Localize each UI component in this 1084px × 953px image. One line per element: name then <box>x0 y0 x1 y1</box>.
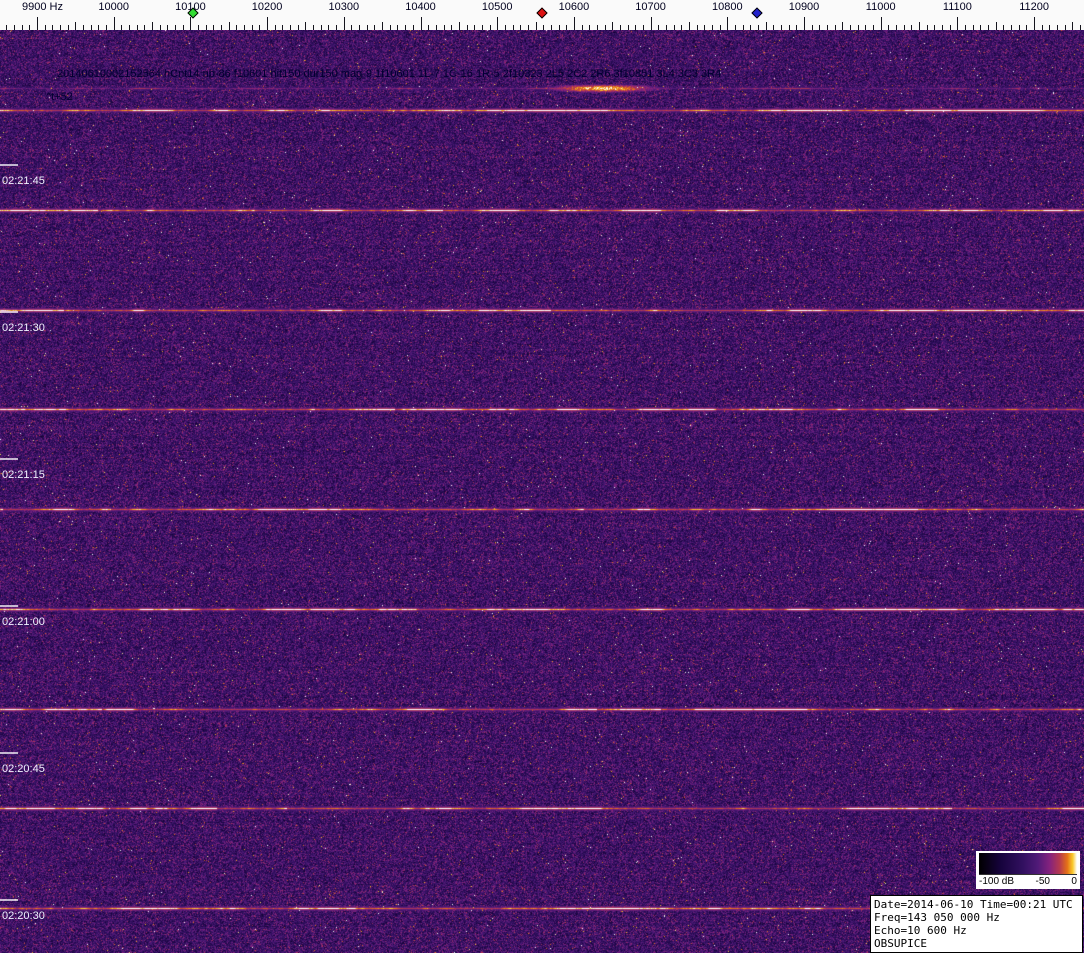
ruler-tick <box>1072 22 1074 30</box>
ruler-tick <box>190 17 192 30</box>
observation-info-box: Date=2014-06-10 Time=00:21 UTC Freq=143 … <box>870 895 1083 953</box>
ruler-tick <box>535 22 537 30</box>
frequency-ruler[interactable]: 9900 Hz 10000 10100 10200 10300 10400 10500 106… <box>0 0 1084 30</box>
time-label: 02:21:45 <box>2 175 45 187</box>
ruler-tick <box>573 17 575 30</box>
ruler-tick <box>152 22 154 30</box>
colorbar-labels: -100 dB -50 0 <box>979 875 1077 888</box>
ruler-tick <box>612 22 614 30</box>
ruler-tick <box>1034 17 1036 30</box>
ruler-tick <box>842 22 844 30</box>
time-tick <box>0 899 18 901</box>
marker-diamond-red[interactable] <box>536 7 548 19</box>
ruler-tick <box>420 17 422 30</box>
ruler-label: 10800 <box>712 1 743 13</box>
ruler-tick <box>305 22 307 30</box>
time-label: 02:21:30 <box>2 322 45 334</box>
ruler-tick <box>267 17 269 30</box>
info-date-time: Date=2014-06-10 Time=00:21 UTC <box>874 898 1073 911</box>
time-label: 02:20:45 <box>2 763 45 775</box>
ruler-tick <box>37 17 38 30</box>
ruler-label: 10900 <box>788 1 820 13</box>
ruler-tick <box>804 17 805 30</box>
ruler-tick <box>382 22 384 30</box>
ruler-tick <box>880 17 882 30</box>
time-tick <box>0 311 18 313</box>
time-cursor-label: ^t+52 <box>46 91 73 103</box>
ruler-label: 10700 <box>635 1 666 13</box>
info-frequency: Freq=143 050 000 Hz <box>874 911 1000 924</box>
marker-diamond-blue[interactable] <box>751 7 763 19</box>
ruler-label: 10000 <box>98 1 129 13</box>
ruler-tick <box>113 17 115 30</box>
ruler-tick <box>343 17 345 30</box>
ruler-label: 10600 <box>558 1 590 13</box>
colorbar-label-min: -100 dB <box>979 876 1015 887</box>
time-tick <box>0 458 18 460</box>
time-tick <box>0 164 18 166</box>
ruler-tick <box>650 17 652 30</box>
ruler-tick <box>688 22 690 30</box>
ruler-label: 10500 <box>481 1 513 13</box>
ruler-tick <box>957 17 959 30</box>
time-label: 02:21:15 <box>2 469 45 481</box>
ruler-tick <box>458 22 460 30</box>
ruler-tick <box>497 17 499 30</box>
spectrogram-app: 9900 Hz 10000 10100 10200 10300 10400 10500 106… <box>0 0 1084 953</box>
info-station: OBSUPICE <box>874 937 927 950</box>
ruler-tick <box>995 22 997 30</box>
ruler-label: 11200 <box>1019 1 1049 13</box>
waterfall-area: 20140610002152564 hCnt14 nb-86 f10601 hi… <box>0 30 1084 953</box>
time-label: 02:20:30 <box>2 910 45 922</box>
time-label: 02:21:00 <box>2 616 45 628</box>
ruler-tick <box>919 22 921 30</box>
ruler-tick <box>727 17 729 30</box>
colorbar-label-max: 0 <box>1071 876 1077 887</box>
ruler-tick <box>75 22 77 30</box>
info-echo-frequency: Echo=10 600 Hz <box>874 924 967 937</box>
colorbar-gradient <box>979 853 1077 875</box>
ruler-label: 11000 <box>865 1 896 13</box>
ruler-label: 10300 <box>328 1 360 13</box>
ruler-tick <box>228 22 230 30</box>
colorbar: -100 dB -50 0 <box>976 851 1080 889</box>
time-tick <box>0 752 18 754</box>
ruler-label: 11100 <box>942 1 972 13</box>
colorbar-label-mid: -50 <box>1035 876 1050 887</box>
ruler-label: 9900 Hz <box>22 1 63 13</box>
ruler-label: 10200 <box>251 1 283 13</box>
ruler-label: 10400 <box>405 1 436 13</box>
detection-annotation: 20140610002152564 hCnt14 nb-86 f10601 hi… <box>57 68 722 80</box>
spectrogram-canvas <box>0 30 1084 953</box>
ruler-tick <box>765 22 767 30</box>
time-tick <box>0 605 18 607</box>
